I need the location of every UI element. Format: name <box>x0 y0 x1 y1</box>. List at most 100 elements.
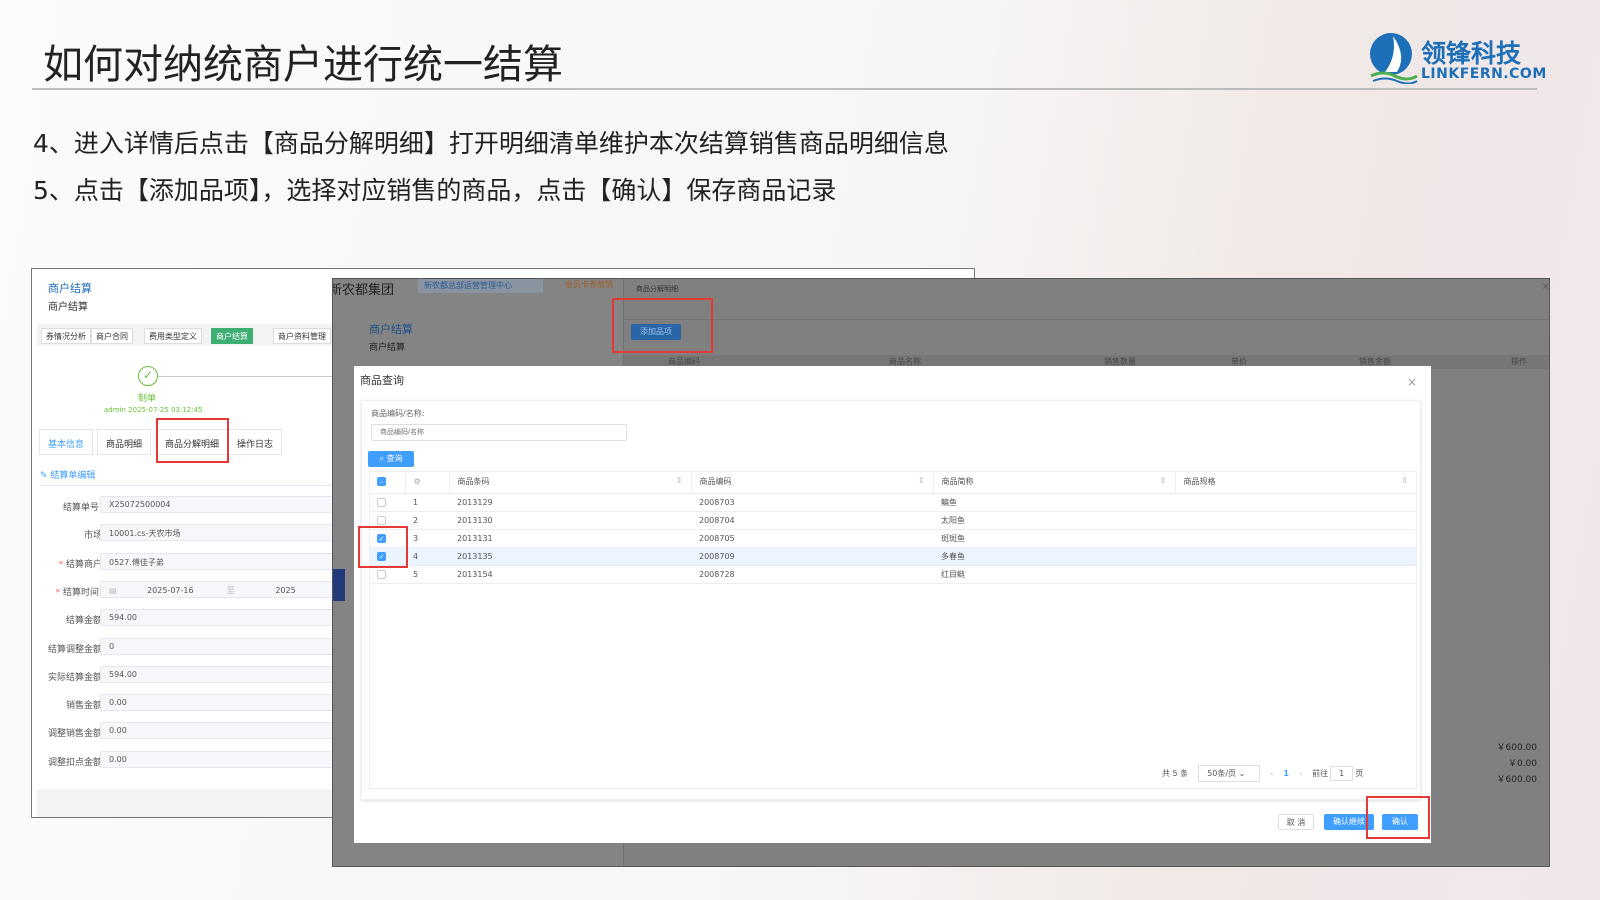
table-row[interactable]: 2 2013130 2008704 太阳鱼 <box>369 511 1417 530</box>
close-icon[interactable]: × <box>1407 375 1417 389</box>
row-number: 4 <box>405 547 449 566</box>
form-row: 调整扣点金额 0.00 <box>32 750 350 769</box>
form-row: 实际结算金额 594.00 <box>32 665 350 684</box>
highlight-box <box>612 298 713 353</box>
breadcrumb-title[interactable]: 商户结算 <box>369 321 413 337</box>
col-action: 操作 <box>1511 357 1527 366</box>
nav-member[interactable]: 会员卡券营销 <box>565 279 613 290</box>
field-label: 结算调整金额 <box>47 644 102 655</box>
field-label: 调整销售金额 <box>47 729 102 740</box>
field-label: 结算单号: <box>62 503 102 513</box>
barcode-cell: 2013129 <box>449 493 691 512</box>
form-row: 调整销售金额 0.00 <box>32 722 350 740</box>
code-cell: 2008709 <box>691 547 933 566</box>
field-input[interactable]: 594.00 <box>100 609 350 627</box>
logo: 领锋科技 LINKFERN.COM <box>1367 32 1546 86</box>
goods-query-modal: 商品查询 × 商品编码/名称: ⌕ 查询 – ⚙ 商品条码⇕ 商品编码⇕ 商品简… <box>354 366 1431 843</box>
drawer-title: 商品分解明细 <box>636 285 678 293</box>
query-button[interactable]: ⌕ 查询 <box>368 451 414 467</box>
breadcrumb-title[interactable]: 商户结算 <box>48 280 92 296</box>
highlight-box <box>156 418 229 463</box>
table-row[interactable]: ✓ 3 2013131 2008705 斑斑鱼 <box>369 529 1417 548</box>
next-page-icon[interactable]: › <box>1299 769 1302 778</box>
table-row[interactable]: 5 2013154 2008728 红目鲢 <box>369 565 1417 584</box>
search-input[interactable] <box>371 424 627 441</box>
step-label: 制单 <box>138 394 157 404</box>
table-row[interactable]: ✓ 4 2013135 2008709 多春鱼 <box>369 547 1417 566</box>
goods-table: – ⚙ 商品条码 ⇕ 商品编码 ⇕ 商品简称 ⇕ 商品规格 ⇕ 1 2013129 20… <box>369 471 1417 584</box>
row-checkbox[interactable] <box>377 497 386 507</box>
row-number: 5 <box>405 565 449 584</box>
goto-input[interactable]: 1 <box>1330 766 1354 781</box>
field-label: 实际结算金额 <box>47 672 102 683</box>
scroll-handle[interactable] <box>333 569 345 601</box>
col-short-name[interactable]: 商品简称 ⇕ <box>933 471 1176 494</box>
highlight-box <box>1366 796 1430 839</box>
field-input[interactable]: 594.00 <box>100 665 350 683</box>
total-sales: ￥600.00 <box>1496 743 1538 753</box>
tab-operation-log[interactable]: 操作日志 <box>228 429 283 455</box>
form-row: 结算金额 594.00 <box>32 609 350 627</box>
row-number: 3 <box>405 529 449 548</box>
nav-ops-center[interactable]: 新农都总部运营管理中心 <box>418 279 543 293</box>
barcode-cell: 2013130 <box>449 511 691 530</box>
field-input[interactable]: X25072500004 <box>100 496 350 513</box>
spec-cell <box>1175 565 1417 584</box>
form-row: * 结算商户 0527.傅佳子弟 <box>32 552 350 571</box>
barcode-cell: 2013135 <box>449 547 691 566</box>
sail-logo-icon <box>1370 33 1418 85</box>
name-cell: 斑斑鱼 <box>933 529 1175 548</box>
col-code[interactable]: 商品编码 ⇕ <box>691 471 934 494</box>
field-label: * 结算时间: <box>55 587 102 598</box>
form-row: 结算单号: X25072500004 <box>32 496 350 514</box>
page-tabs: 券情况分析 商户合同 费用类型定义 商户结算 商户资料管理 <box>37 324 357 346</box>
prev-page-icon[interactable]: ‹ <box>1270 769 1273 778</box>
breadcrumb-sub: 商户结算 <box>369 343 406 353</box>
row-checkbox[interactable] <box>377 569 386 579</box>
cancel-button[interactable]: 取 消 <box>1278 814 1314 830</box>
tab-merchant-info[interactable]: 商户资料管理 <box>273 328 331 344</box>
breadcrumb-sub: 商户结算 <box>48 302 88 313</box>
row-number: 2 <box>405 511 449 530</box>
tab-merchant-settlement[interactable]: 商户结算 <box>211 328 253 344</box>
field-input[interactable]: 0 <box>100 637 350 655</box>
form-row: 市场 10001.cs-天农市场 <box>32 524 350 542</box>
field-input[interactable]: 0.00 <box>100 722 350 740</box>
highlight-box <box>358 526 408 568</box>
field-label: * 结算商户 <box>58 559 102 570</box>
field-input[interactable]: 0.00 <box>100 750 350 768</box>
tab-fee-types[interactable]: 费用类型定义 <box>144 328 202 344</box>
tab-coupon-analysis[interactable]: 券情况分析 <box>41 328 91 344</box>
code-cell: 2008705 <box>691 529 933 548</box>
field-label: 调整扣点金额 <box>47 757 102 768</box>
footer-bar <box>37 789 337 817</box>
col-spec[interactable]: 商品规格 ⇕ <box>1175 471 1417 494</box>
settings-icon[interactable]: ⚙ <box>405 471 450 494</box>
pagination: 共 5 条 50条/页 ⌄ ‹ 1 › 前往 1 页 <box>1162 765 1363 782</box>
field-label: 结算金额 <box>65 616 102 627</box>
barcode-cell: 2013154 <box>449 565 691 584</box>
tab-basic-info[interactable]: 基本信息 <box>39 429 94 455</box>
name-cell: 红目鲢 <box>933 565 1175 584</box>
field-label: 销售金额 <box>65 701 102 712</box>
field-input[interactable]: ▤ 2025-07-16 至 2025 <box>100 580 350 598</box>
form-row: 销售金额 0.00 <box>32 694 350 712</box>
table-row[interactable]: 1 2013129 2008703 鳊鱼 <box>369 493 1417 512</box>
select-all-checkbox[interactable]: – <box>377 477 386 487</box>
field-input[interactable]: 10001.cs-天农市场 <box>100 524 350 542</box>
col-barcode[interactable]: 商品条码 ⇕ <box>449 471 692 494</box>
step-line <box>158 376 358 377</box>
row-number: 1 <box>405 493 449 512</box>
tab-contract[interactable]: 商户合同 <box>91 328 133 344</box>
field-input[interactable]: 0527.傅佳子弟 <box>100 552 350 570</box>
step-5-text: 5、点击【添加品项】，选择对应销售的商品，点击【确认】保存商品记录 <box>33 176 837 205</box>
close-icon[interactable]: × <box>1542 282 1549 292</box>
tab-goods-detail[interactable]: 商品明细 <box>97 429 152 455</box>
field-input[interactable]: 0.00 <box>100 694 350 712</box>
page-1[interactable]: 1 <box>1283 769 1289 778</box>
code-cell: 2008728 <box>691 565 933 584</box>
name-cell: 鳊鱼 <box>933 493 1175 512</box>
row-checkbox[interactable] <box>377 515 386 525</box>
page-size-select[interactable]: 50条/页 ⌄ <box>1198 765 1261 782</box>
slide-title: 如何对纳统商户进行统一结算 <box>43 42 563 88</box>
